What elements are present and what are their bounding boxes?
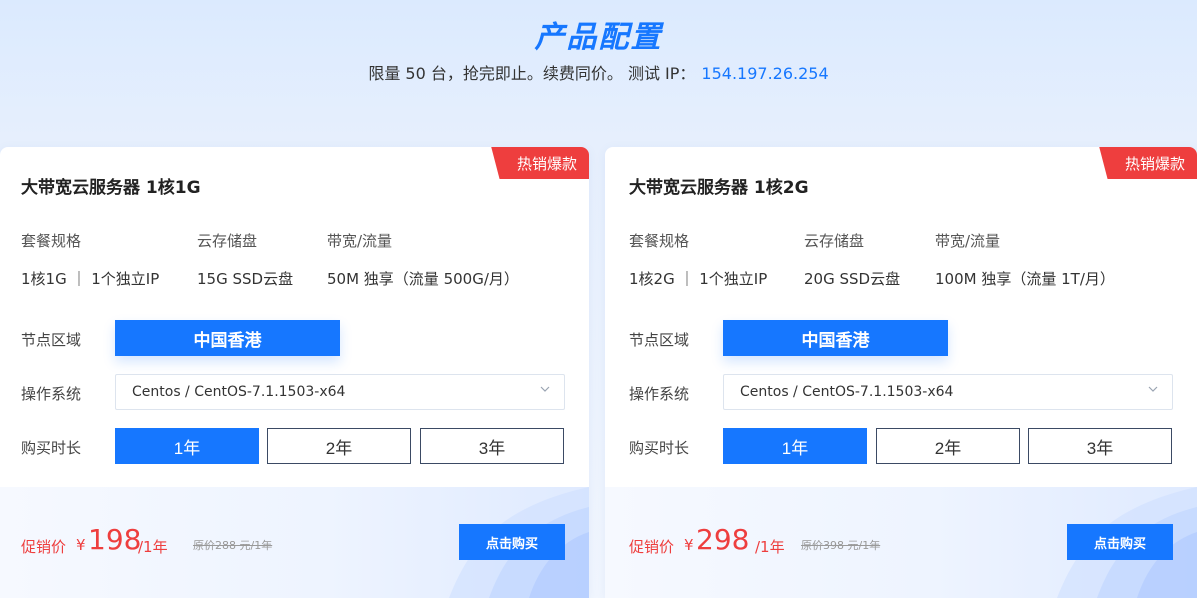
page-title: 产品配置 bbox=[534, 20, 663, 55]
spec-value-bandwidth: 50M 独享（流量 500G/月） bbox=[327, 270, 519, 288]
spec-header-package: 套餐规格 bbox=[21, 232, 82, 250]
duration-2year-button[interactable]: 2年 bbox=[876, 428, 1020, 464]
os-select[interactable]: Centos / CentOS-7.1.1503-x64 bbox=[115, 374, 565, 410]
product-card-1g: 热销爆款 大带宽云服务器 1核1G 套餐规格 云存储盘 带宽/流量 1核1G ｜… bbox=[0, 147, 589, 598]
duration-3year-button[interactable]: 3年 bbox=[420, 428, 564, 464]
spec-header-bandwidth: 带宽/流量 bbox=[327, 232, 393, 250]
buy-button[interactable]: 点击购买 bbox=[459, 524, 565, 560]
chevron-down-icon bbox=[540, 386, 550, 392]
spec-value-package: 1核2G ｜ 1个独立IP bbox=[629, 270, 768, 288]
test-ip[interactable]: 154.197.26.254 bbox=[701, 64, 828, 83]
spec-value-storage: 20G SSD云盘 bbox=[804, 270, 901, 288]
hot-badge: 热销爆款 bbox=[491, 147, 589, 179]
spec-value-bandwidth: 100M 独享（流量 1T/月） bbox=[935, 270, 1115, 288]
currency-symbol: ¥ bbox=[76, 536, 86, 554]
spec-value-package: 1核1G ｜ 1个独立IP bbox=[21, 270, 160, 288]
card-title: 大带宽云服务器 1核1G bbox=[21, 178, 201, 198]
price-period: /1年 bbox=[138, 538, 168, 556]
page-subtitle: 限量 50 台，抢完即止。续费同价。 测试 IP： 154.197.26.254 bbox=[0, 60, 1197, 84]
region-option-hongkong[interactable]: 中国香港 bbox=[115, 320, 340, 356]
spec-header-package: 套餐规格 bbox=[629, 232, 690, 250]
original-price: 原价398 元/1年 bbox=[801, 539, 881, 552]
os-label: 操作系统 bbox=[21, 385, 82, 403]
region-option-hongkong[interactable]: 中国香港 bbox=[723, 320, 948, 356]
spec-header-storage: 云存储盘 bbox=[804, 232, 865, 250]
subtitle-text: 限量 50 台，抢完即止。续费同价。 测试 IP： bbox=[368, 64, 696, 83]
currency-symbol: ¥ bbox=[684, 536, 694, 554]
hot-badge: 热销爆款 bbox=[1099, 147, 1197, 179]
spec-value-storage: 15G SSD云盘 bbox=[197, 270, 294, 288]
card-title: 大带宽云服务器 1核2G bbox=[629, 178, 809, 198]
duration-label: 购买时长 bbox=[629, 439, 690, 457]
duration-1year-button[interactable]: 1年 bbox=[723, 428, 867, 464]
original-price: 原价288 元/1年 bbox=[193, 539, 273, 552]
spec-header-bandwidth: 带宽/流量 bbox=[935, 232, 1001, 250]
price-label: 促销价 bbox=[629, 538, 675, 556]
os-select[interactable]: Centos / CentOS-7.1.1503-x64 bbox=[723, 374, 1173, 410]
region-label: 节点区域 bbox=[21, 331, 82, 349]
spec-header-storage: 云存储盘 bbox=[197, 232, 258, 250]
os-select-value: Centos / CentOS-7.1.1503-x64 bbox=[132, 384, 346, 400]
os-select-value: Centos / CentOS-7.1.1503-x64 bbox=[740, 384, 954, 400]
price-bar: 促销价 ¥ 198 /1年 原价288 元/1年 点击购买 bbox=[0, 487, 589, 598]
buy-button[interactable]: 点击购买 bbox=[1067, 524, 1173, 560]
os-label: 操作系统 bbox=[629, 385, 690, 403]
duration-label: 购买时长 bbox=[21, 439, 82, 457]
duration-2year-button[interactable]: 2年 bbox=[267, 428, 411, 464]
region-label: 节点区域 bbox=[629, 331, 690, 349]
duration-1year-button[interactable]: 1年 bbox=[115, 428, 259, 464]
duration-3year-button[interactable]: 3年 bbox=[1028, 428, 1172, 464]
price-label: 促销价 bbox=[21, 538, 67, 556]
chevron-down-icon bbox=[1148, 386, 1158, 392]
product-card-2g: 热销爆款 大带宽云服务器 1核2G 套餐规格 云存储盘 带宽/流量 1核2G ｜… bbox=[605, 147, 1197, 598]
promo-price: 298 bbox=[696, 523, 750, 556]
price-bar: 促销价 ¥ 298 /1年 原价398 元/1年 点击购买 bbox=[605, 487, 1197, 598]
promo-price: 198 bbox=[88, 523, 142, 556]
price-period: /1年 bbox=[755, 538, 785, 556]
